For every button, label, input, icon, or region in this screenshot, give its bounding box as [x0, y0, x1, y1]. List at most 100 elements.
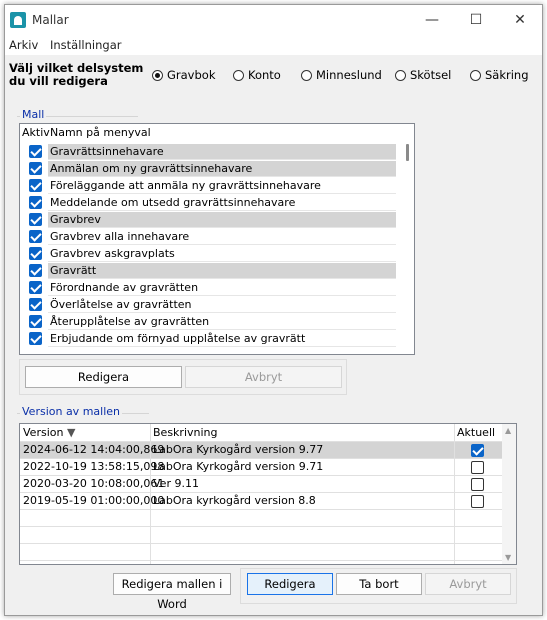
scroll-down-icon[interactable]: ▼ — [505, 553, 511, 562]
mall-row[interactable]: Gravbrev askgravplats — [20, 246, 397, 263]
mall-row[interactable]: Föreläggande att anmäla ny gravrättsinne… — [20, 178, 397, 195]
active-checkbox[interactable] — [29, 281, 42, 294]
version-date: 2024-06-12 14:04:00,869 — [23, 443, 165, 456]
mall-row-label: Återupplåtelse av gravrätten — [48, 314, 396, 330]
scrollbar-thumb[interactable] — [406, 144, 409, 161]
mall-edit-button[interactable]: Redigera — [25, 366, 182, 388]
mall-row[interactable]: Gravrätt — [20, 263, 397, 280]
active-checkbox[interactable] — [29, 230, 42, 243]
menu-installningar[interactable]: Inställningar — [50, 38, 121, 52]
empty-row — [20, 510, 502, 527]
delete-button[interactable]: Ta bort — [336, 573, 422, 595]
radio-gravbok[interactable]: Gravbok — [152, 68, 216, 82]
minimize-button[interactable]: — — [410, 5, 454, 35]
mall-row[interactable]: Erbjudande om förnyad upplåtelse av grav… — [20, 331, 397, 348]
mall-row[interactable]: Anmälan om ny gravrättsinnehavare — [20, 161, 397, 178]
radio-indicator — [301, 69, 312, 81]
empty-row — [20, 544, 502, 561]
window-title: Mallar — [32, 13, 69, 27]
version-row[interactable]: 2022-10-19 13:58:15,098 LabOra Kyrkogård… — [20, 459, 502, 476]
mall-row[interactable]: Gravrättsinnehavare — [20, 144, 397, 161]
mall-row-label: Gravrättsinnehavare — [48, 144, 396, 160]
column-divider — [454, 424, 455, 564]
active-checkbox[interactable] — [29, 145, 42, 158]
column-header-active[interactable]: Aktiv — [22, 126, 50, 139]
mall-row-label: Överlåtelse av gravrätten — [48, 297, 396, 313]
version-cancel-button[interactable]: Avbryt — [425, 573, 511, 595]
scroll-up-icon[interactable]: ▲ — [505, 426, 511, 435]
active-checkbox[interactable] — [29, 298, 42, 311]
mall-row-label: Erbjudande om förnyad upplåtelse av grav… — [48, 331, 396, 347]
version-date: 2022-10-19 13:58:15,098 — [23, 460, 165, 473]
radio-indicator — [233, 69, 244, 81]
current-checkbox[interactable] — [471, 444, 484, 457]
radio-sakring[interactable]: Säkring — [470, 68, 529, 82]
version-edit-button[interactable]: Redigera — [247, 573, 333, 595]
version-row[interactable]: 2019-05-19 01:00:00,000 LabOra kyrkogård… — [20, 493, 502, 510]
mall-list[interactable]: Aktiv Namn på menyval Gravrättsinnehavar… — [19, 123, 415, 355]
radio-skotsel[interactable]: Skötsel — [395, 68, 451, 82]
radio-label: Skötsel — [410, 68, 452, 82]
maximize-button[interactable]: ☐ — [454, 5, 498, 35]
radio-konto[interactable]: Konto — [233, 68, 281, 82]
mall-row[interactable]: Gravbrev — [20, 212, 397, 229]
mall-row[interactable]: Meddelande om utsedd gravrättsinnehavare — [20, 195, 397, 212]
radio-indicator — [152, 69, 163, 81]
radio-label: Gravbok — [167, 68, 216, 82]
mall-cancel-button[interactable]: Avbryt — [185, 366, 342, 388]
version-row[interactable]: 2024-06-12 14:04:00,869 LabOra Kyrkogård… — [20, 442, 502, 459]
edit-in-word-button[interactable]: Redigera mallen i Word — [113, 573, 231, 611]
close-button[interactable]: ✕ — [498, 5, 542, 35]
radio-label: Minneslund — [316, 68, 382, 82]
sort-desc-icon: ▼ — [67, 426, 76, 439]
templates-window: Mallar — ☐ ✕ Arkiv Inställningar Välj vi… — [4, 4, 543, 616]
version-date: 2020-03-20 10:08:00,061 — [23, 477, 165, 490]
menu-arkiv[interactable]: Arkiv — [9, 38, 38, 52]
active-checkbox[interactable] — [29, 179, 42, 192]
radio-label: Konto — [248, 68, 281, 82]
column-header-version[interactable]: Version — [23, 424, 63, 441]
active-checkbox[interactable] — [29, 315, 42, 328]
mall-row-label: Föreläggande att anmäla ny gravrättsinne… — [48, 178, 396, 194]
column-header-description[interactable]: Beskrivning — [153, 424, 218, 441]
mall-row-label: Gravrätt — [48, 263, 396, 279]
active-checkbox[interactable] — [29, 213, 42, 226]
mall-row-label: Gravbrev — [48, 212, 396, 228]
version-description: LabOra Kyrkogård version 9.71 — [153, 460, 324, 473]
version-table-header: Version ▼ Beskrivning Aktuell — [20, 424, 502, 442]
current-checkbox[interactable] — [471, 495, 484, 508]
mall-group-label: Mall — [20, 108, 47, 121]
version-description: LabOra Kyrkogård version 9.77 — [153, 443, 324, 456]
mall-row[interactable]: Förordnande av gravrätten — [20, 280, 397, 297]
mall-row-label: Meddelande om utsedd gravrättsinnehavare — [48, 195, 396, 211]
current-checkbox[interactable] — [471, 461, 484, 474]
active-checkbox[interactable] — [29, 196, 42, 209]
version-table-scrollbar[interactable]: ▲ ▼ — [502, 424, 516, 564]
mall-row[interactable]: Gravbrev alla innehavare — [20, 229, 397, 246]
version-table[interactable]: Version ▼ Beskrivning Aktuell 2024-06-12… — [19, 423, 517, 565]
subsystem-prompt: Välj vilket delsystem du vill redigera — [9, 61, 144, 88]
menu-bar: Arkiv Inställningar — [5, 35, 542, 55]
column-header-name[interactable]: Namn på menyval — [50, 126, 151, 139]
version-group-label: Version av mallen — [20, 405, 123, 418]
mall-row-label: Förordnande av gravrätten — [48, 280, 396, 296]
version-description: LabOra kyrkogård version 8.8 — [153, 494, 316, 507]
active-checkbox[interactable] — [29, 247, 42, 260]
mall-row[interactable]: Överlåtelse av gravrätten — [20, 297, 397, 314]
active-checkbox[interactable] — [29, 332, 42, 345]
mall-row-label: Anmälan om ny gravrättsinnehavare — [48, 161, 396, 177]
mall-row-label: Gravbrev askgravplats — [48, 246, 396, 262]
active-checkbox[interactable] — [29, 162, 42, 175]
radio-indicator — [470, 69, 481, 81]
active-checkbox[interactable] — [29, 264, 42, 277]
version-row[interactable]: 2020-03-20 10:08:00,061 Ver 9.11 — [20, 476, 502, 493]
current-checkbox[interactable] — [471, 478, 484, 491]
version-description: Ver 9.11 — [153, 477, 199, 490]
radio-minneslund[interactable]: Minneslund — [301, 68, 382, 82]
column-divider — [150, 424, 151, 564]
column-header-current[interactable]: Aktuell — [457, 424, 495, 441]
radio-indicator — [395, 69, 406, 81]
version-date: 2019-05-19 01:00:00,000 — [23, 494, 165, 507]
mall-row[interactable]: Återupplåtelse av gravrätten — [20, 314, 397, 331]
mall-list-scrollbar[interactable] — [400, 124, 414, 354]
